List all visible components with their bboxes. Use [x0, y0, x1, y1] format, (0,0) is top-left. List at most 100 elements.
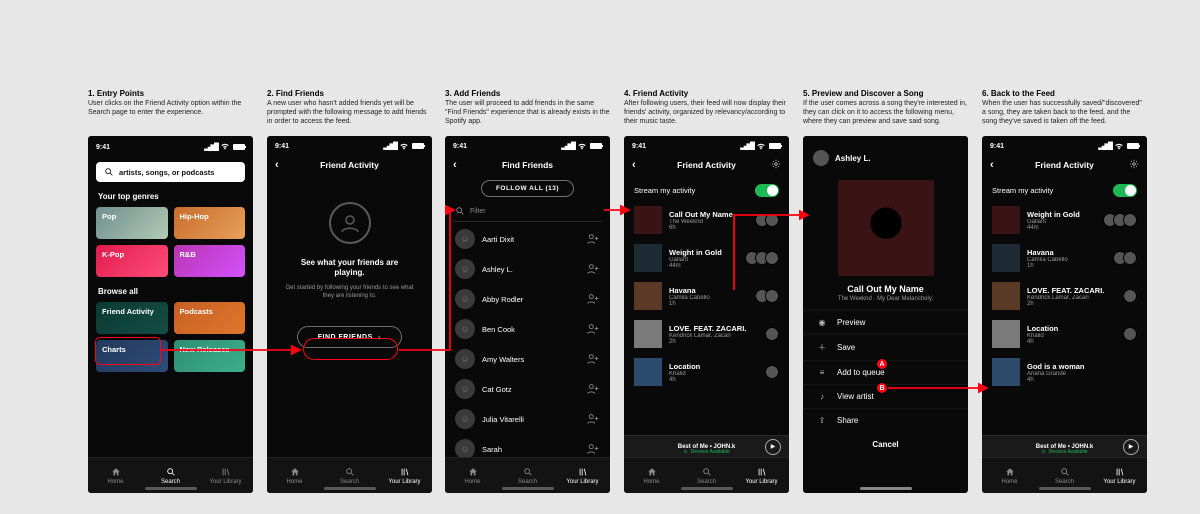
- song-title: LOVE. FEAT. ZACARI.: [669, 324, 758, 333]
- feed-row[interactable]: LOVE. FEAT. ZACARI. Kendrick Lamar, Zaca…: [624, 315, 789, 353]
- tab-home[interactable]: Home: [88, 458, 143, 493]
- tab-library[interactable]: Your Library: [555, 458, 610, 493]
- feed-row[interactable]: Location Khalid 4h: [982, 315, 1147, 353]
- cancel-button[interactable]: Cancel: [803, 432, 968, 455]
- add-friend-icon[interactable]: [586, 322, 600, 336]
- context-song-title: Call Out My Name: [803, 284, 968, 294]
- find-friends-button[interactable]: FIND FRIENDS›: [297, 326, 403, 348]
- page-title: Find Friends: [502, 160, 553, 170]
- song-title: Call Out My Name: [669, 210, 748, 219]
- follow-all-button[interactable]: FOLLOW ALL (13): [481, 180, 574, 197]
- stream-toggle[interactable]: [755, 184, 779, 197]
- menu-item-icon: ＋: [815, 342, 829, 353]
- signal-icon: ▂▄▆█: [383, 142, 396, 150]
- album-art: [634, 282, 662, 310]
- menu-item-label: Share: [837, 416, 858, 425]
- genre-tile[interactable]: Charts: [96, 340, 168, 372]
- genre-tile[interactable]: Hip-Hop: [174, 207, 246, 239]
- feed-row[interactable]: God is a woman Ariana Grande 4h: [982, 353, 1147, 391]
- genre-tile[interactable]: K-Pop: [96, 245, 168, 277]
- badge-a: A: [876, 358, 888, 370]
- add-friend-icon[interactable]: [586, 412, 600, 426]
- add-friend-icon[interactable]: [586, 232, 600, 246]
- genre-tile[interactable]: R&B: [174, 245, 246, 277]
- feed-row[interactable]: Weight in Gold Gallant 44m: [624, 239, 789, 277]
- friend-row[interactable]: ☺ Ben Cook: [445, 314, 610, 344]
- menu-item-icon: ≡: [815, 368, 829, 377]
- add-friend-icon[interactable]: [586, 262, 600, 276]
- tab-library[interactable]: Your Library: [377, 458, 432, 493]
- back-icon[interactable]: ‹: [453, 159, 457, 171]
- settings-icon[interactable]: [771, 159, 781, 171]
- menu-item-icon: ◉: [815, 318, 829, 327]
- friend-name: Cat Gotz: [482, 385, 579, 394]
- tab-library[interactable]: Your Library: [734, 458, 789, 493]
- album-art: [992, 244, 1020, 272]
- context-menu-item[interactable]: ◉ Preview: [803, 310, 968, 334]
- add-friend-icon[interactable]: [586, 352, 600, 366]
- listener-avatars: [765, 365, 779, 379]
- song-title: Havana: [1027, 248, 1106, 257]
- genre-tile[interactable]: Friend Activity: [96, 302, 168, 334]
- search-icon: [104, 167, 114, 177]
- menu-item-label: Save: [837, 343, 855, 352]
- listener-avatars: [755, 289, 779, 303]
- genre-tile[interactable]: Pop: [96, 207, 168, 239]
- friend-row[interactable]: ☺ Abby Rodler: [445, 284, 610, 314]
- tab-home[interactable]: Home: [624, 458, 679, 493]
- friend-row[interactable]: ☺ Amy Walters: [445, 344, 610, 374]
- feed-row[interactable]: Havana Camila Cabello 1h: [982, 239, 1147, 277]
- listener-avatars: [1113, 251, 1137, 265]
- wifi-icon: [399, 141, 409, 151]
- context-menu-item[interactable]: ⇪ Share: [803, 408, 968, 432]
- friend-row[interactable]: ☺ Cat Gotz: [445, 374, 610, 404]
- friend-row[interactable]: ☺ Julia Vitarelli: [445, 404, 610, 434]
- avatar: ☺: [455, 259, 475, 279]
- now-playing-bar[interactable]: Best of Me • JOHN.k ⊙Devices Available ▶: [624, 435, 789, 457]
- album-art: [992, 282, 1020, 310]
- play-icon[interactable]: ▶: [765, 439, 781, 455]
- screen-feed: 9:41 ▂▄▆█ ‹ Friend Activity Stream my ac…: [624, 136, 789, 493]
- devices-icon: ⊙: [1041, 449, 1045, 455]
- feed-row[interactable]: Location Khalid 4h: [624, 353, 789, 391]
- friend-name: Abby Rodler: [482, 295, 579, 304]
- stream-toggle[interactable]: [1113, 184, 1137, 197]
- step-6-caption: 6. Back to the Feed When the user has su…: [982, 89, 1147, 126]
- tab-home[interactable]: Home: [267, 458, 322, 493]
- add-friend-icon[interactable]: [586, 442, 600, 456]
- screen-feed-after: 9:41 ▂▄▆█ ‹ Friend Activity Stream my ac…: [982, 136, 1147, 493]
- add-friend-icon[interactable]: [586, 292, 600, 306]
- listener-name: Ashley L.: [835, 154, 871, 163]
- back-icon[interactable]: ‹: [990, 159, 994, 171]
- feed-row[interactable]: Call Out My Name The Weeknd 6h: [624, 201, 789, 239]
- genre-tile[interactable]: New Releases: [174, 340, 246, 372]
- feed-row[interactable]: Weight in Gold Gallant 44m: [982, 201, 1147, 239]
- now-playing-bar[interactable]: Best of Me • JOHN.k ⊙Devices Available ▶: [982, 435, 1147, 457]
- step-4-caption: 4. Friend Activity After following users…: [624, 89, 789, 126]
- context-menu-item[interactable]: ＋ Save: [803, 334, 968, 360]
- play-icon[interactable]: ▶: [1123, 439, 1139, 455]
- step-2-caption: 2. Find Friends A new user who hasn't ad…: [267, 89, 432, 126]
- step-5-caption: 5. Preview and Discover a Song If the us…: [803, 89, 968, 126]
- song-time: 44m: [669, 263, 738, 269]
- back-icon[interactable]: ‹: [275, 159, 279, 171]
- add-friend-icon[interactable]: [586, 382, 600, 396]
- genre-tile[interactable]: Podcasts: [174, 302, 246, 334]
- back-icon[interactable]: ‹: [632, 159, 636, 171]
- friend-row[interactable]: ☺ Aarti Dixit: [445, 224, 610, 254]
- search-input[interactable]: artists, songs, or podcasts: [96, 162, 245, 182]
- feed-row[interactable]: Havana Camila Cabello 1h: [624, 277, 789, 315]
- feed-row[interactable]: LOVE. FEAT. ZACARI. Kendrick Lamar, Zaca…: [982, 277, 1147, 315]
- search-icon: [455, 206, 465, 216]
- arrow-right-icon: ›: [378, 332, 382, 342]
- page-title: Friend Activity: [677, 160, 736, 170]
- tab-home[interactable]: Home: [445, 458, 500, 493]
- tab-library[interactable]: Your Library: [198, 458, 253, 493]
- filter-input[interactable]: Filter: [453, 203, 602, 222]
- settings-icon[interactable]: [1129, 159, 1139, 171]
- tab-library[interactable]: Your Library: [1092, 458, 1147, 493]
- tab-home[interactable]: Home: [982, 458, 1037, 493]
- listener-avatars: [1103, 213, 1137, 227]
- album-art: [992, 320, 1020, 348]
- friend-row[interactable]: ☺ Ashley L.: [445, 254, 610, 284]
